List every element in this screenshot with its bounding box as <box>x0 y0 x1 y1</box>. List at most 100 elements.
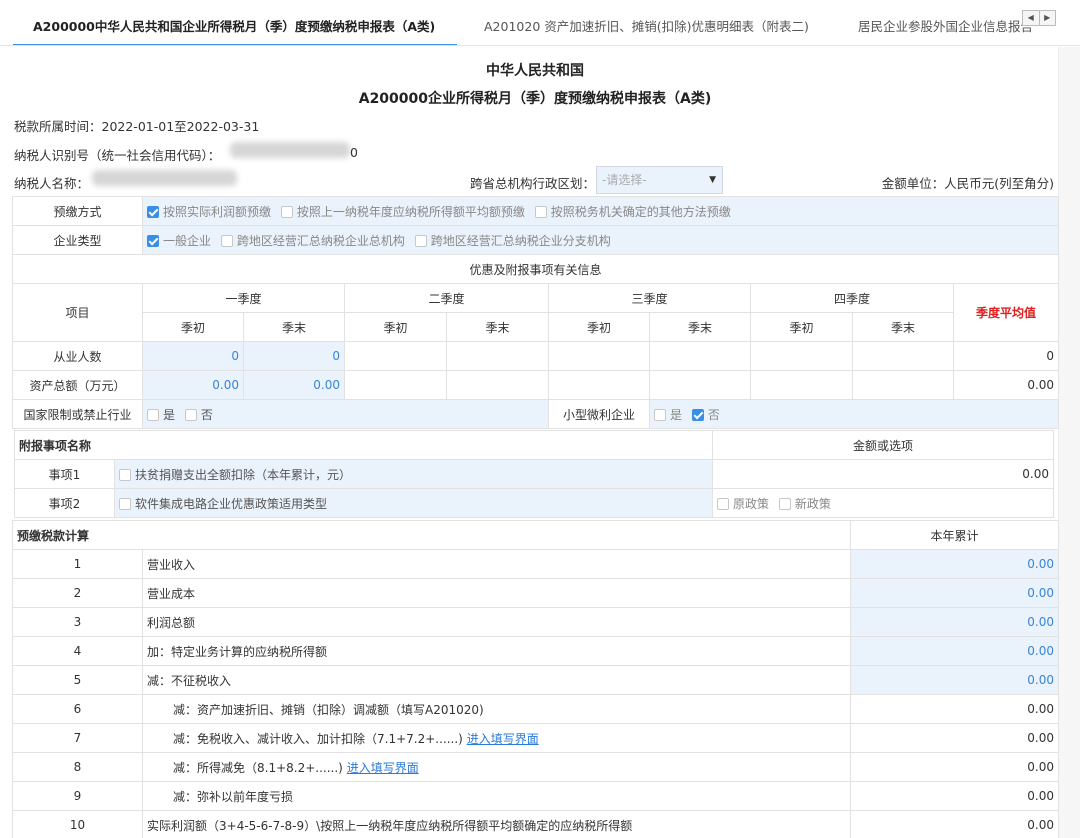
form-content: 中华人民共和国 A200000企业所得税月（季）度预缴纳税申报表（A类) 税款所… <box>11 47 1060 838</box>
pref-section-title: 优惠及附报事项有关信息 <box>12 254 1059 284</box>
calc-value-header: 本年累计 <box>850 520 1060 550</box>
enterprise-type-label: 企业类型 <box>12 225 143 255</box>
q2-start-header: 季初 <box>344 312 448 342</box>
taxpayer-name-label: 纳税人名称： <box>14 176 90 191</box>
taxpayer-name-redacted <box>92 170 237 186</box>
calc-row-text: 减：弥补以前年度亏损 <box>141 781 852 811</box>
tab-a201020[interactable]: A201020 资产加速折旧、摊销(扣除)优惠明细表（附表二) <box>484 0 809 45</box>
assets-q1-end-input[interactable]: 0.00 <box>242 370 346 400</box>
q2-end-header: 季末 <box>446 312 550 342</box>
employees-q3-start <box>548 341 651 371</box>
q2-header: 二季度 <box>344 283 550 313</box>
checkbox-small-no[interactable] <box>691 408 704 421</box>
revenue-input[interactable]: 0.00 <box>850 549 1060 579</box>
calc-row: 9 减：弥补以前年度亏损 0.00 <box>12 781 1060 811</box>
checkbox-old-policy[interactable] <box>717 497 730 510</box>
checkbox-type-branch[interactable] <box>414 234 427 247</box>
calc-row-no: 4 <box>12 636 143 666</box>
option-label: 按照税务机关确定的其他方法预缴 <box>550 204 731 219</box>
assets-q2-start <box>344 370 448 400</box>
employees-q4-start <box>750 341 854 371</box>
amount-unit: 金额单位：人民币元(列至角分) <box>881 176 1054 191</box>
employees-q1-end-input[interactable]: 0 <box>242 341 346 371</box>
calc-row-no: 2 <box>12 578 143 608</box>
checkbox-software-ic[interactable] <box>119 497 131 510</box>
calc-row-value: 0.00 <box>850 810 1060 838</box>
calc-row-text: 营业成本 <box>141 578 852 608</box>
tab-a200000[interactable]: A200000中华人民共和国企业所得税月（季）度预缴纳税申报表（A类) <box>12 0 458 45</box>
calc-row-text: 减：所得减免（8.1+8.2+......) <box>173 760 343 775</box>
scroll-left-icon[interactable]: ◀ <box>1023 11 1039 25</box>
calc-row-no: 10 <box>12 810 143 838</box>
scroll-right-icon[interactable]: ▶ <box>1038 11 1056 25</box>
attach-item1-value: 0.00 <box>712 459 1055 489</box>
tab-scroll-buttons: ◀ ▶ <box>1022 10 1056 26</box>
assets-avg: 0.00 <box>953 370 1060 400</box>
cost-input[interactable]: 0.00 <box>850 578 1060 608</box>
attach-item2-text: 软件集成电路企业优惠政策适用类型 <box>135 496 328 511</box>
calc-row-text: 加：特定业务计算的应纳税所得额 <box>141 636 852 666</box>
employees-q2-start <box>344 341 448 371</box>
attach-item1-text: 扶贫捐赠支出全额扣除（本年累计，元） <box>135 467 352 482</box>
checkbox-type-general[interactable] <box>147 234 159 247</box>
calc-table: 预缴税款计算 本年累计 1 营业收入 0.00 2 营业成本 0.00 3 利润… <box>11 520 1060 838</box>
region-select-value: -请选择- <box>602 173 647 187</box>
employees-q4-end <box>852 341 955 371</box>
calc-row-text-cell: 减：免税收入、减计收入、加计扣除（7.1+7.2+......) 进入填写界面 <box>141 723 852 753</box>
enter-form-link-7[interactable]: 进入填写界面 <box>467 732 539 746</box>
q4-start-header: 季初 <box>750 312 854 342</box>
calc-row-value: 0.00 <box>850 694 1060 724</box>
chevron-down-icon: ▼ <box>709 175 716 185</box>
assets-q2-end <box>446 370 550 400</box>
employees-q1-start-input[interactable]: 0 <box>142 341 244 371</box>
q3-header: 三季度 <box>548 283 752 313</box>
checkbox-prepay-actual[interactable] <box>147 205 159 218</box>
enterprise-type-row: 企业类型 一般企业 跨地区经营汇总纳税企业总机构 跨地区经营汇总纳税企业分支机构 <box>12 225 1059 255</box>
checkbox-type-head[interactable] <box>220 234 233 247</box>
region-select[interactable]: -请选择- ▼ <box>596 166 723 194</box>
calc-row-no: 7 <box>12 723 143 753</box>
checkbox-prepay-other[interactable] <box>534 205 547 218</box>
calc-row: 4 加：特定业务计算的应纳税所得额 0.00 <box>12 636 1060 666</box>
option-label: 跨地区经营汇总纳税企业总机构 <box>236 233 405 248</box>
assets-q4-start <box>750 370 854 400</box>
q1-start-header: 季初 <box>142 312 244 342</box>
option-label: 新政策 <box>794 496 831 511</box>
option-label: 一般企业 <box>163 233 212 248</box>
assets-q3-start <box>548 370 651 400</box>
q3-end-header: 季末 <box>649 312 752 342</box>
attach-name-header: 附报事项名称 <box>13 430 714 460</box>
checkbox-small-yes[interactable] <box>654 408 667 421</box>
checkbox-new-policy[interactable] <box>778 497 791 510</box>
small-enterprise-label: 小型微利企业 <box>548 399 651 429</box>
calc-row-text-cell: 减：所得减免（8.1+8.2+......) 进入填写界面 <box>141 752 852 782</box>
calc-row-no: 1 <box>12 549 143 579</box>
checkbox-restricted-yes[interactable] <box>147 408 159 421</box>
option-label: 是 <box>670 407 683 422</box>
employees-avg: 0 <box>953 341 1060 371</box>
tab-foreign-info[interactable]: 居民企业参股外国企业信息报告 <box>858 0 1033 45</box>
calc-row-text: 减：资产加速折旧、摊销（扣除）调减额（填写A201020) <box>141 694 852 724</box>
item-header: 项目 <box>12 283 143 342</box>
attach-item1-row: 事项1 扶贫捐赠支出全额扣除（本年累计，元） 0.00 <box>14 459 1055 489</box>
special-income-input[interactable]: 0.00 <box>850 636 1060 666</box>
option-label: 否 <box>200 407 213 422</box>
profit-input[interactable]: 0.00 <box>850 607 1060 637</box>
option-label: 按照上一纳税年度应纳税所得额平均额预缴 <box>296 204 525 219</box>
attach-item1-cell: 扶贫捐赠支出全额扣除（本年累计，元） <box>113 459 714 489</box>
form-title: A200000企业所得税月（季）度预缴纳税申报表（A类) <box>358 91 712 107</box>
option-label: 跨地区经营汇总纳税企业分支机构 <box>430 233 611 248</box>
enter-form-link-8[interactable]: 进入填写界面 <box>347 761 419 775</box>
vertical-scrollbar[interactable] <box>1058 47 1080 838</box>
checkbox-poverty-donation[interactable] <box>119 468 131 481</box>
checkbox-restricted-no[interactable] <box>184 408 197 421</box>
calc-row-no: 3 <box>12 607 143 637</box>
form-title-country: 中华人民共和国 <box>486 63 584 79</box>
calc-row-text: 利润总额 <box>141 607 852 637</box>
assets-q3-end <box>649 370 752 400</box>
non-taxable-input[interactable]: 0.00 <box>850 665 1060 695</box>
assets-q1-start-input[interactable]: 0.00 <box>142 370 244 400</box>
basic-info-table: 预缴方式 按照实际利润额预缴 按照上一纳税年度应纳税所得额平均额预缴 按照税务机… <box>12 196 1059 284</box>
option-label: 原政策 <box>733 496 770 511</box>
checkbox-prepay-average[interactable] <box>280 205 293 218</box>
